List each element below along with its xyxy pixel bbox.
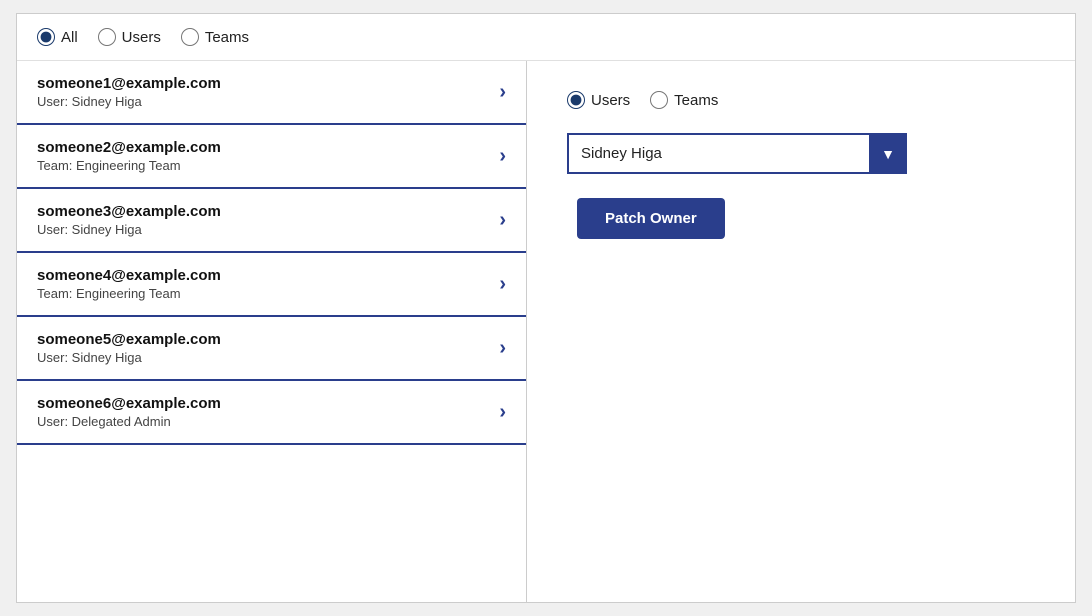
list-item[interactable]: someone4@example.com Team: Engineering T… (17, 253, 526, 317)
list-item-email: someone3@example.com (37, 203, 221, 220)
chevron-right-icon: › (499, 401, 506, 424)
list-item-subtitle: User: Delegated Admin (37, 414, 221, 429)
list-item-text: someone3@example.com User: Sidney Higa (37, 203, 221, 237)
filter-all-radio[interactable] (37, 28, 55, 46)
list-item-text: someone4@example.com Team: Engineering T… (37, 267, 221, 301)
chevron-right-icon: › (499, 337, 506, 360)
filter-all-label: All (61, 29, 78, 46)
filter-users-radio[interactable] (98, 28, 116, 46)
list-item-email: someone5@example.com (37, 331, 221, 348)
patch-owner-button[interactable]: Patch Owner (577, 198, 725, 239)
chevron-right-icon: › (499, 81, 506, 104)
owner-dropdown-wrapper: Sidney HigaJohn DoeJane Smith ▼ (567, 133, 907, 174)
list-item-subtitle: User: Sidney Higa (37, 350, 221, 365)
rp-filter-teams-label: Teams (674, 92, 718, 109)
list-item-text: someone2@example.com Team: Engineering T… (37, 139, 221, 173)
top-filter-bar: All Users Teams (17, 14, 1075, 61)
list-item-subtitle: Team: Engineering Team (37, 158, 221, 173)
right-filter-bar: Users Teams (567, 91, 1035, 109)
rp-filter-users-radio[interactable] (567, 91, 585, 109)
main-container: All Users Teams someone1@example.com Use… (16, 13, 1076, 603)
list-item[interactable]: someone5@example.com User: Sidney Higa › (17, 317, 526, 381)
right-panel: Users Teams Sidney HigaJohn DoeJane Smit… (527, 61, 1075, 602)
list-item-subtitle: User: Sidney Higa (37, 94, 221, 109)
list-item[interactable]: someone1@example.com User: Sidney Higa › (17, 61, 526, 125)
owner-dropdown[interactable]: Sidney HigaJohn DoeJane Smith (567, 133, 907, 174)
rp-filter-users-label: Users (591, 92, 630, 109)
rp-filter-teams[interactable]: Teams (650, 91, 718, 109)
filter-teams-label: Teams (205, 29, 249, 46)
filter-teams-radio[interactable] (181, 28, 199, 46)
left-panel: someone1@example.com User: Sidney Higa ›… (17, 61, 527, 602)
filter-all[interactable]: All (37, 28, 78, 46)
chevron-right-icon: › (499, 145, 506, 168)
list-item[interactable]: someone3@example.com User: Sidney Higa › (17, 189, 526, 253)
list-item-subtitle: Team: Engineering Team (37, 286, 221, 301)
filter-users[interactable]: Users (98, 28, 161, 46)
list-item-email: someone6@example.com (37, 395, 221, 412)
rp-filter-users[interactable]: Users (567, 91, 630, 109)
list-item-text: someone1@example.com User: Sidney Higa (37, 75, 221, 109)
list-item-email: someone2@example.com (37, 139, 221, 156)
list-item-subtitle: User: Sidney Higa (37, 222, 221, 237)
rp-filter-teams-radio[interactable] (650, 91, 668, 109)
list-item-email: someone1@example.com (37, 75, 221, 92)
filter-users-label: Users (122, 29, 161, 46)
filter-teams[interactable]: Teams (181, 28, 249, 46)
list-item[interactable]: someone2@example.com Team: Engineering T… (17, 125, 526, 189)
chevron-right-icon: › (499, 273, 506, 296)
list-item-text: someone5@example.com User: Sidney Higa (37, 331, 221, 365)
chevron-right-icon: › (499, 209, 506, 232)
list-item-email: someone4@example.com (37, 267, 221, 284)
content-area: someone1@example.com User: Sidney Higa ›… (17, 61, 1075, 602)
list-item-text: someone6@example.com User: Delegated Adm… (37, 395, 221, 429)
list-item[interactable]: someone6@example.com User: Delegated Adm… (17, 381, 526, 445)
